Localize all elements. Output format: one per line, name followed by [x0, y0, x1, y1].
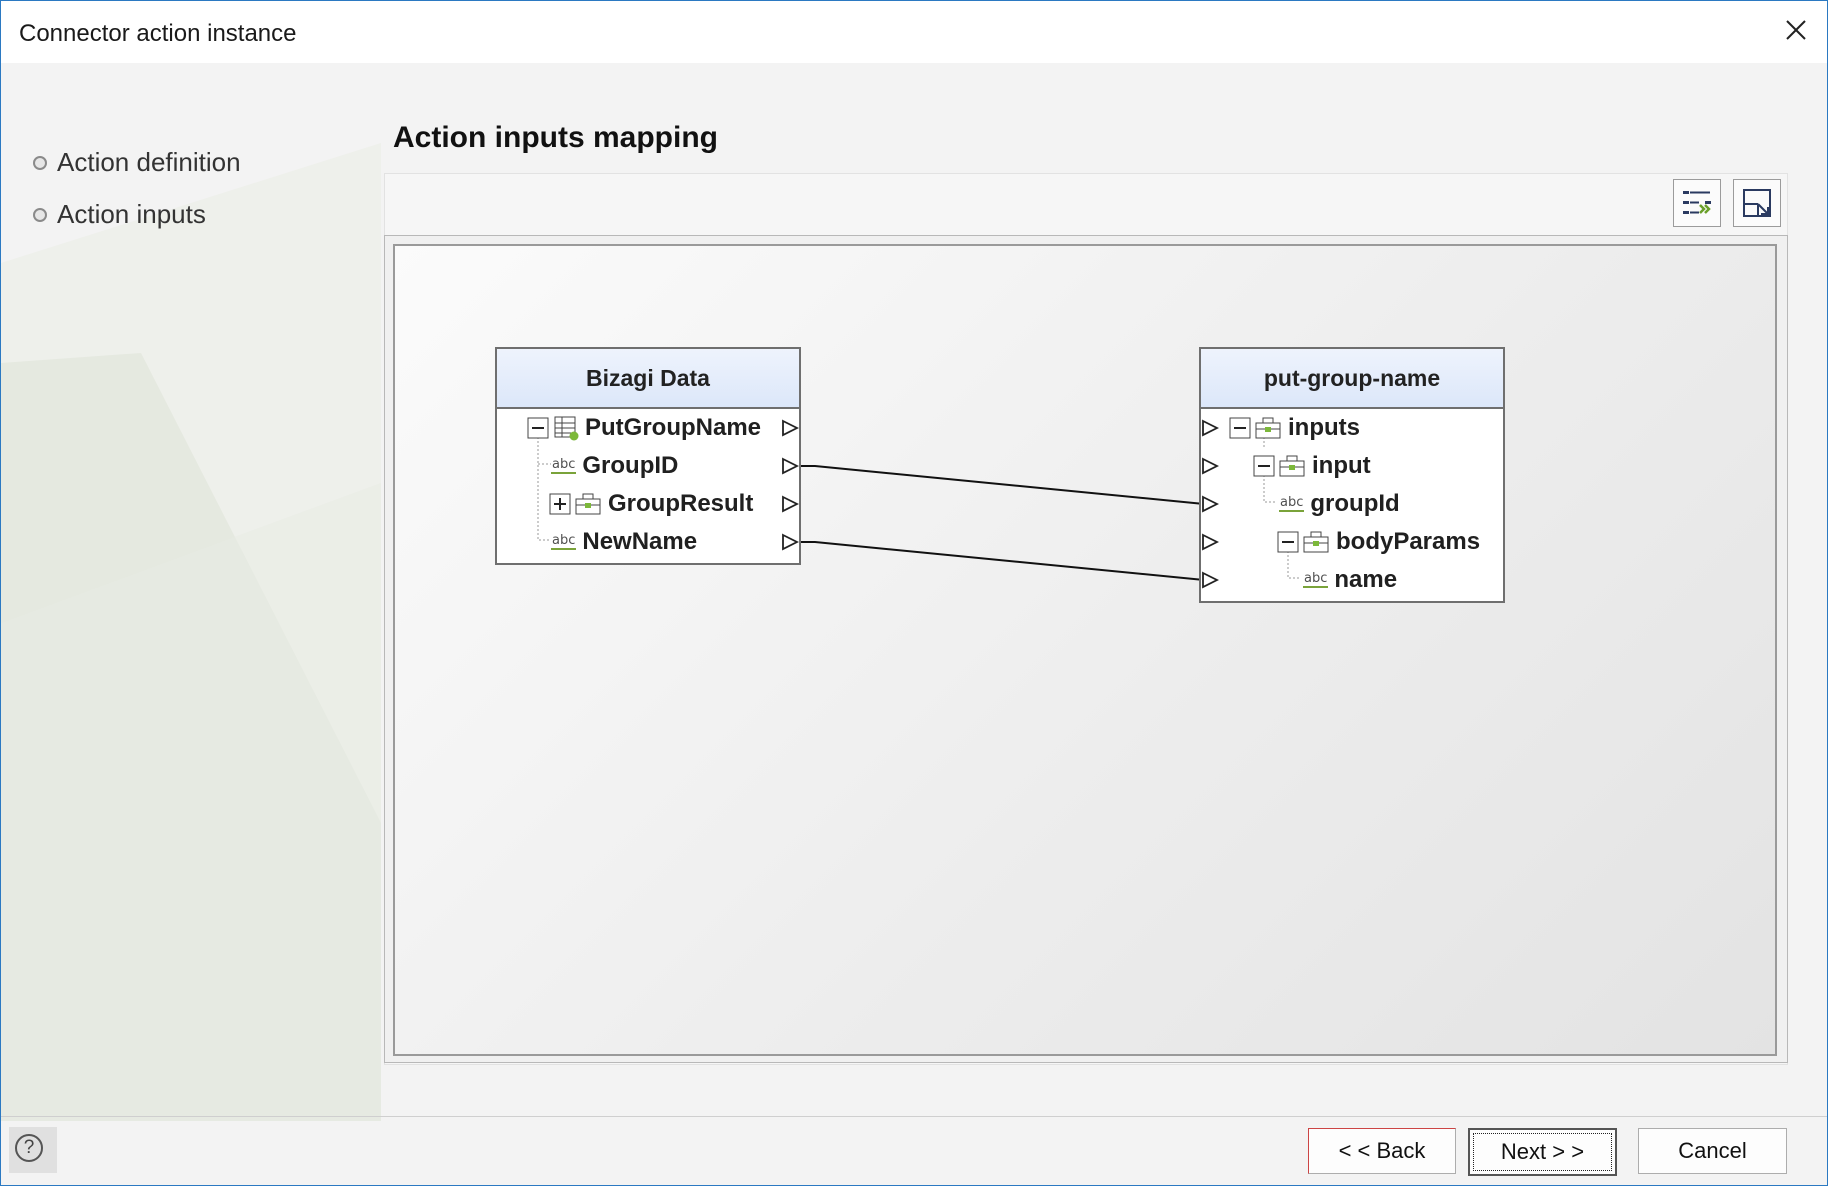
collapse-icon[interactable]: [1277, 531, 1299, 553]
object-icon: [1303, 531, 1329, 553]
tree-row[interactable]: abc NewName: [551, 524, 697, 560]
object-icon: [575, 493, 601, 515]
string-type-icon: abc: [1303, 571, 1329, 588]
tree-row-label: name: [1334, 566, 1398, 593]
output-port-icon[interactable]: [781, 533, 799, 551]
nav-bullet-icon: [33, 207, 47, 222]
tree-row-label: input: [1312, 452, 1371, 479]
nav-bullet-icon: [33, 155, 47, 170]
expand-view-icon: [1743, 189, 1771, 217]
title-bar: Connector action instance: [1, 1, 1827, 63]
auto-map-icon: [1683, 191, 1711, 214]
nav-item-label: Action inputs: [57, 199, 206, 229]
nav-item-action-definition[interactable]: Action definition: [33, 147, 241, 178]
back-button[interactable]: < < Back: [1308, 1128, 1456, 1174]
close-icon: [1786, 20, 1806, 40]
help-icon: ?: [15, 1134, 43, 1162]
string-type-icon: abc: [551, 457, 577, 474]
mapping-canvas[interactable]: Bizagi Data PutGroupName abc GroupID Gro…: [393, 244, 1777, 1056]
string-type-icon: abc: [551, 533, 577, 550]
tree-row[interactable]: abc name: [1303, 562, 1397, 598]
tree-row[interactable]: abc groupId: [1279, 486, 1400, 522]
tree-row[interactable]: inputs: [1229, 410, 1360, 446]
object-icon: [1255, 417, 1281, 439]
object-icon: [1279, 455, 1305, 477]
expand-icon[interactable]: [549, 493, 571, 515]
tree-row-label: GroupResult: [608, 490, 754, 517]
footer-divider: [1, 1116, 1827, 1117]
collapse-icon[interactable]: [527, 417, 549, 439]
dialog-window: Connector action instance Action definit…: [0, 0, 1828, 1186]
nav-item-action-inputs[interactable]: Action inputs: [33, 199, 206, 230]
tree-row-label: GroupID: [582, 452, 679, 479]
target-box-title: put-group-name: [1201, 349, 1503, 409]
auto-map-button[interactable]: [1673, 179, 1721, 227]
string-type-icon: abc: [1279, 495, 1305, 512]
input-port-icon[interactable]: [1201, 419, 1219, 437]
output-port-icon[interactable]: [781, 419, 799, 437]
input-port-icon[interactable]: [1201, 457, 1219, 475]
tree-row[interactable]: bodyParams: [1277, 524, 1480, 560]
source-entity-box: Bizagi Data PutGroupName abc GroupID Gro…: [495, 347, 801, 565]
collapse-icon[interactable]: [1229, 417, 1251, 439]
tree-row-label: groupId: [1310, 490, 1400, 517]
window-title: Connector action instance: [19, 20, 297, 47]
output-port-icon[interactable]: [781, 457, 799, 475]
tree-row[interactable]: input: [1253, 448, 1371, 484]
input-port-icon[interactable]: [1201, 571, 1219, 589]
tree-row[interactable]: PutGroupName: [527, 410, 761, 446]
entity-table-icon: [554, 416, 579, 441]
input-port-icon[interactable]: [1201, 495, 1219, 513]
tree-row-label: PutGroupName: [585, 414, 762, 441]
tree-row-label: bodyParams: [1336, 528, 1481, 555]
collapse-icon[interactable]: [1253, 455, 1275, 477]
tree-row-label: inputs: [1288, 414, 1360, 441]
source-box-title: Bizagi Data: [497, 349, 799, 409]
target-entity-box: put-group-name inputs input abc groupId …: [1199, 347, 1505, 603]
input-port-icon[interactable]: [1201, 533, 1219, 551]
expand-view-button[interactable]: [1733, 179, 1781, 227]
link-groupid-to-groupid: [800, 465, 1207, 505]
output-port-icon[interactable]: [781, 495, 799, 513]
link-newname-to-name: [800, 541, 1207, 581]
tree-row[interactable]: GroupResult: [549, 486, 753, 522]
next-button[interactable]: Next > >: [1468, 1128, 1617, 1176]
cancel-button[interactable]: Cancel: [1638, 1128, 1787, 1174]
close-button[interactable]: [1765, 1, 1827, 63]
nav-item-label: Action definition: [57, 147, 241, 177]
tree-row[interactable]: abc GroupID: [551, 448, 678, 484]
help-button[interactable]: ?: [9, 1127, 57, 1173]
tree-row-label: NewName: [582, 528, 698, 555]
page-title: Action inputs mapping: [393, 121, 718, 154]
